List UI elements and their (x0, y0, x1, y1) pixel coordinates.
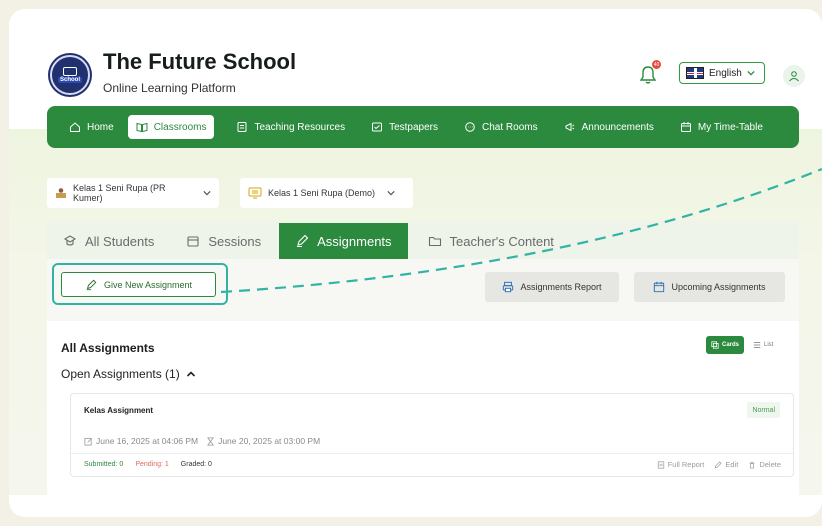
view-toggle: Cards List (706, 336, 778, 354)
open-assignments-label: Open Assignments (1) (61, 367, 180, 381)
pen-icon (86, 279, 97, 290)
language-select[interactable]: English (679, 62, 765, 84)
chat-icon (465, 122, 475, 132)
megaphone-icon (565, 122, 574, 132)
test-icon (372, 122, 383, 132)
tab-sessions-label: Sessions (208, 233, 262, 249)
tab-teachers-content[interactable]: Teacher's Content (412, 223, 570, 259)
view-cards-label: Cards (722, 342, 740, 348)
pen-icon (297, 234, 309, 248)
school-name: The Future School (103, 49, 297, 74)
notification-badge: 40 (652, 60, 661, 69)
delete-label: Delete (759, 460, 781, 469)
tab-teachers-content-label: Teacher's Content (449, 233, 554, 249)
class-select-secondary[interactable]: Kelas 1 Seni Rupa (Demo) (240, 178, 413, 208)
assignment-dates: June 16, 2025 at 04:06 PM June 20, 2025 … (84, 436, 320, 446)
main-nav: Home Classrooms Teaching Resources Testp… (47, 106, 799, 148)
nav-classrooms-label: Classrooms (153, 121, 207, 133)
assignment-type-badge: Normal (747, 402, 780, 418)
submitted-count: Submitted: 0 (84, 461, 124, 468)
home-icon (70, 122, 80, 132)
teacher-icon (55, 188, 66, 198)
edit-label: Edit (725, 460, 739, 469)
edit-date-icon (84, 437, 92, 446)
nav-testpapers[interactable]: Testpapers (363, 115, 446, 139)
nav-announcements-label: Announcements (581, 121, 654, 133)
user-avatar[interactable] (783, 65, 805, 87)
assignment-card[interactable]: Kelas Assignment Normal June 16, 2025 at… (70, 393, 794, 477)
divider (71, 453, 793, 454)
delete-link[interactable]: Delete (748, 460, 781, 469)
trash-icon (749, 461, 755, 469)
students-icon (63, 235, 77, 246)
tab-assignments-label: Assignments (317, 233, 392, 249)
chevron-up-icon (186, 371, 195, 377)
nav-chat-rooms-label: Chat Rooms (482, 121, 538, 133)
document-icon (237, 122, 247, 132)
calendar-icon (680, 122, 691, 132)
monitor-icon (248, 187, 262, 199)
nav-teaching-resources[interactable]: Teaching Resources (228, 115, 353, 139)
tab-all-students[interactable]: All Students (47, 223, 170, 259)
nav-announcements[interactable]: Announcements (556, 115, 662, 139)
classroom-tabs: All Students Sessions Assignments Teache… (47, 221, 799, 259)
assignment-due-date: June 20, 2025 at 03:00 PM (218, 436, 321, 446)
nav-home[interactable]: Home (61, 115, 122, 139)
edit-link[interactable]: Edit (714, 460, 738, 469)
give-new-assignment-label: Give New Assignment (103, 279, 193, 290)
chevron-down-icon (203, 191, 211, 196)
school-logo: School (48, 53, 92, 97)
assignments-report-label: Assignments Report (520, 282, 602, 292)
user-icon (789, 71, 799, 82)
uk-flag-icon (686, 67, 704, 79)
tab-all-students-label: All Students (85, 233, 155, 249)
chevron-down-icon (747, 70, 755, 76)
tab-sessions[interactable]: Sessions (170, 223, 277, 259)
view-list-label: List (764, 342, 774, 348)
assignment-stats: Submitted: 0 Pending: 1 Graded: 0 (84, 461, 212, 468)
nav-teaching-resources-label: Teaching Resources (254, 121, 346, 133)
printer-icon (503, 281, 514, 293)
class-select-secondary-label: Kelas 1 Seni Rupa (Demo) (268, 188, 376, 198)
assignments-report-button[interactable]: Assignments Report (485, 272, 619, 302)
report-icon (657, 460, 664, 469)
give-new-assignment-button[interactable]: Give New Assignment (61, 272, 216, 297)
nav-chat-rooms[interactable]: Chat Rooms (456, 115, 546, 139)
view-list-button[interactable]: List (748, 336, 778, 354)
language-label: English (709, 67, 742, 79)
graded-count: Graded: 0 (180, 461, 212, 468)
assignment-start-date: June 16, 2025 at 04:06 PM (96, 436, 199, 446)
list-icon (753, 342, 761, 348)
logo-text: School (57, 77, 82, 83)
pencil-icon (715, 460, 722, 468)
app-window: School The Future School Online Learning… (9, 9, 822, 517)
all-assignments-title: All Assignments (61, 341, 155, 355)
upcoming-assignments-label: Upcoming Assignments (671, 282, 766, 292)
nav-my-timetable-label: My Time-Table (697, 121, 763, 133)
calendar-icon (654, 281, 665, 293)
open-assignments-toggle[interactable]: Open Assignments (1) (61, 367, 196, 381)
folder-icon (428, 236, 441, 247)
view-cards-button[interactable]: Cards (706, 336, 745, 354)
full-report-label: Full Report (667, 460, 705, 469)
class-select-primary[interactable]: Kelas 1 Seni Rupa (PR Kumer) (47, 178, 219, 208)
assignment-title: Kelas Assignment (84, 406, 154, 415)
chevron-down-icon (387, 191, 395, 196)
nav-home-label: Home (87, 121, 114, 133)
calendar-icon (187, 236, 199, 247)
school-subtitle: Online Learning Platform (103, 81, 236, 95)
cards-icon (711, 341, 719, 349)
upcoming-assignments-button[interactable]: Upcoming Assignments (634, 272, 785, 302)
pending-count: Pending: 1 (135, 461, 169, 468)
hourglass-icon (207, 436, 215, 446)
assignment-actions: Full Report Edit Delete (657, 460, 781, 469)
nav-testpapers-label: Testpapers (389, 121, 439, 133)
book-icon (136, 122, 148, 133)
nav-my-timetable[interactable]: My Time-Table (672, 115, 771, 139)
nav-classrooms[interactable]: Classrooms (127, 115, 215, 139)
tab-assignments[interactable]: Assignments (279, 223, 408, 259)
class-select-primary-label: Kelas 1 Seni Rupa (PR Kumer) (72, 183, 166, 203)
full-report-link[interactable]: Full Report (657, 460, 705, 469)
